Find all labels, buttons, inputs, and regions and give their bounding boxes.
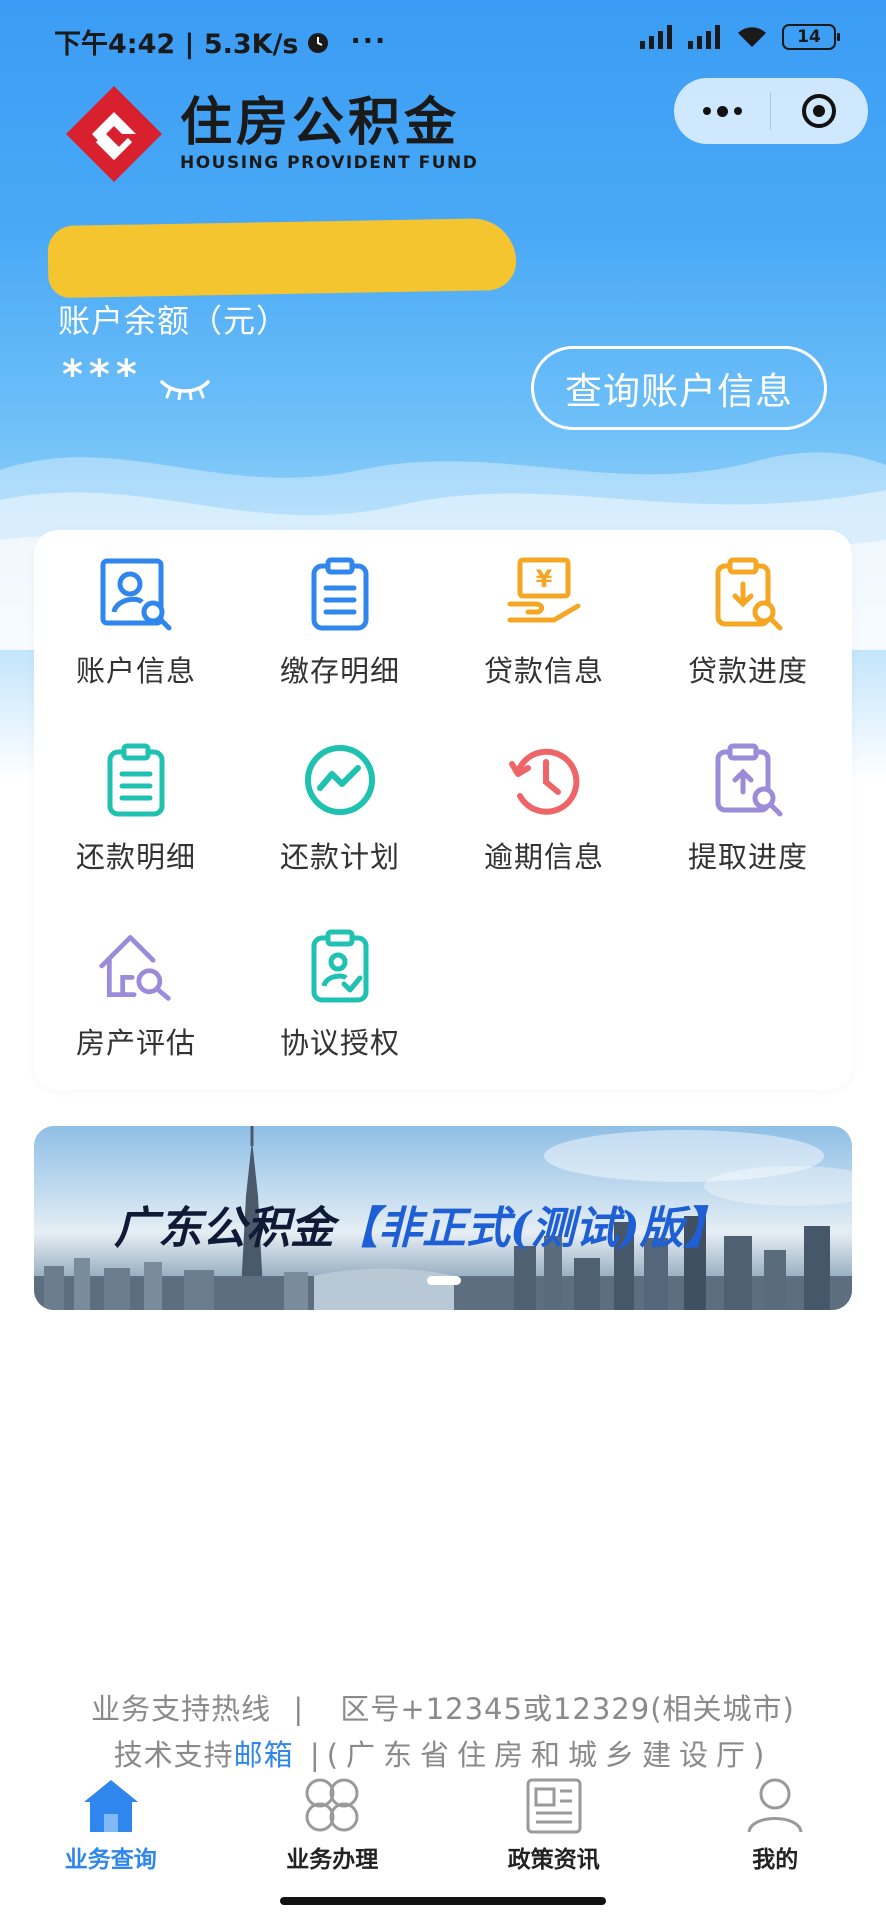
service-agreement-authorization[interactable]: 协议授权 <box>238 926 442 1086</box>
battery-level: 14 <box>797 27 821 47</box>
hotline-label: 业务支持热线 <box>91 1692 272 1726</box>
tab-business-query[interactable]: 业务查询 <box>0 1774 222 1874</box>
service-label: 贷款进度 <box>687 654 808 688</box>
service-deposit-details[interactable]: 缴存明细 <box>238 554 442 714</box>
service-label: 还款明细 <box>75 840 196 874</box>
separator: | <box>309 1738 321 1772</box>
target-icon <box>802 94 836 128</box>
hotline-value: 区号+12345或12329(相关城市) <box>340 1692 795 1726</box>
service-label: 账户信息 <box>75 654 196 688</box>
battery-icon: 14 <box>782 24 840 50</box>
email-link[interactable]: 邮箱 <box>234 1738 294 1772</box>
status-right: 14 <box>640 24 840 50</box>
service-label: 协议授权 <box>279 1026 400 1060</box>
banner-title-accent: 【非正式(测试)版】 <box>334 1203 728 1254</box>
clipboard-list-icon <box>96 740 176 820</box>
tab-label: 我的 <box>752 1847 799 1873</box>
alarm-icon <box>307 32 328 53</box>
status-more: ··· <box>350 26 388 57</box>
house-search-icon <box>96 926 176 1006</box>
clipboard-upload-icon <box>708 740 788 820</box>
tab-policy-news[interactable]: 政策资讯 <box>443 1774 665 1874</box>
mini-program-capsule <box>674 78 868 144</box>
separator: | <box>293 1692 305 1726</box>
home-indicator <box>280 1897 606 1905</box>
services-grid: 账户信息 缴存明细 ¥ 贷款信息 贷款进度 还款明细 还款计划 逾期信息 提取进… <box>34 530 852 1090</box>
service-label: 逾期信息 <box>483 840 604 874</box>
support-hotline: 业务支持热线 | 区号+12345或12329(相关城市) <box>0 1686 886 1728</box>
service-label: 提取进度 <box>687 840 808 874</box>
more-menu-button[interactable] <box>674 105 770 117</box>
promo-banner[interactable]: 广东公积金【非正式(测试)版】 <box>34 1126 852 1310</box>
account-search-icon <box>96 554 176 634</box>
banner-title: 广东公积金【非正式(测试)版】 <box>114 1192 728 1256</box>
redacted-username <box>47 217 517 299</box>
home-icon <box>83 1780 138 1832</box>
service-label: 贷款信息 <box>483 654 604 688</box>
trend-circle-icon <box>300 740 380 820</box>
balance-label: 账户余额（元） <box>58 302 290 340</box>
tech-support: 技术支持邮箱 | (广东省住房和城乡建设厅) <box>0 1732 886 1774</box>
tech-org: (广东省住房和城乡建设厅) <box>326 1738 773 1772</box>
user-icon <box>747 1778 803 1833</box>
banner-title-main: 广东公积金 <box>114 1203 334 1254</box>
wifi-icon <box>738 27 766 47</box>
service-repayment-plan[interactable]: 还款计划 <box>238 740 442 900</box>
yen-hand-icon: ¥ <box>504 554 584 634</box>
tab-business-handling[interactable]: 业务办理 <box>222 1774 444 1874</box>
service-label: 缴存明细 <box>279 654 400 688</box>
status-time-speed: 下午4:42 | 5.3K/s <box>54 29 299 60</box>
signal-icon-2 <box>688 25 720 49</box>
signal-icon <box>640 25 672 49</box>
grid-circles-icon <box>305 1778 359 1832</box>
balance-value: *** <box>62 352 143 398</box>
service-withdrawal-progress[interactable]: 提取进度 <box>646 740 850 900</box>
clipboard-user-icon <box>300 926 380 1006</box>
eye-closed-icon[interactable] <box>158 378 212 400</box>
clock-history-icon <box>504 740 584 820</box>
query-account-info-button[interactable]: 查询账户信息 <box>531 346 827 430</box>
logo-title-en: HOUSING PROVIDENT FUND <box>180 153 479 173</box>
service-account-info[interactable]: 账户信息 <box>34 554 238 714</box>
provident-fund-logo-icon <box>66 86 162 182</box>
banner-pagination-dot <box>427 1276 461 1285</box>
tech-label: 技术支持 <box>113 1738 234 1772</box>
tab-mine[interactable]: 我的 <box>665 1774 886 1874</box>
svg-text:¥: ¥ <box>536 565 553 593</box>
app-logo: 住房公积金 HOUSING PROVIDENT FUND <box>62 82 478 186</box>
service-loan-info[interactable]: ¥ 贷款信息 <box>442 554 646 714</box>
service-overdue-info[interactable]: 逾期信息 <box>442 740 646 900</box>
service-property-valuation[interactable]: 房产评估 <box>34 926 238 1086</box>
status-bar: 下午4:42 | 5.3K/s ··· 14 <box>0 0 886 80</box>
close-mini-program-button[interactable] <box>771 92 867 130</box>
service-label: 房产评估 <box>75 1026 196 1060</box>
logo-title-cn: 住房公积金 <box>180 92 461 153</box>
service-loan-progress[interactable]: 贷款进度 <box>646 554 850 714</box>
tab-label: 业务办理 <box>286 1847 379 1873</box>
tab-label: 政策资讯 <box>507 1847 600 1873</box>
clipboard-search-icon <box>708 554 788 634</box>
service-label: 还款计划 <box>279 840 400 874</box>
clipboard-list-icon <box>300 554 380 634</box>
tab-label: 业务查询 <box>64 1847 157 1873</box>
bottom-tab-bar: 业务查询 业务办理 政策资讯 我的 <box>0 1774 886 1874</box>
service-repayment-details[interactable]: 还款明细 <box>34 740 238 900</box>
status-left: 下午4:42 | 5.3K/s ··· <box>54 22 387 61</box>
news-icon <box>526 1778 582 1834</box>
